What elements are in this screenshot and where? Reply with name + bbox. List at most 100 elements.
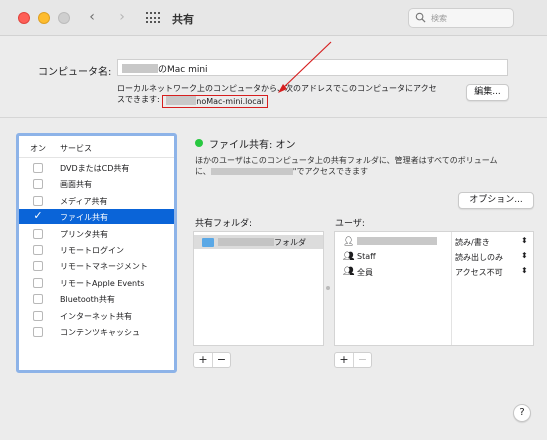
close-window-button[interactable] xyxy=(18,12,30,24)
service-checkbox[interactable] xyxy=(33,195,43,206)
shared-folders-list[interactable]: フォルダ xyxy=(193,231,324,346)
section-divider xyxy=(0,117,547,118)
remove-folder-button[interactable]: − xyxy=(212,353,230,367)
user-permission[interactable]: 読み出しのみ xyxy=(455,252,503,263)
description-line2-suffix: "でアクセスできます xyxy=(292,167,369,176)
local-address-text-line2: スできます: noMac-mini.local xyxy=(117,94,268,108)
column-header-service: サービス xyxy=(60,144,92,153)
service-row[interactable]: リモートApple Events xyxy=(19,275,174,290)
chevron-updown-icon[interactable]: ⬍ xyxy=(521,266,528,275)
user-name: 全員 xyxy=(357,268,373,277)
user-permission[interactable]: アクセス不可 xyxy=(455,267,503,278)
chevron-updown-icon[interactable]: ⬍ xyxy=(521,251,528,260)
service-row[interactable]: リモートマネージメント xyxy=(19,258,174,273)
shared-folder-name-suffix: フォルダ xyxy=(274,238,306,247)
service-checkbox[interactable] xyxy=(33,228,43,239)
shared-folder-row[interactable]: フォルダ xyxy=(194,235,323,249)
service-row[interactable]: ✓ ファイル共有 xyxy=(19,209,174,225)
service-name: Bluetooth共有 xyxy=(60,295,115,305)
service-checkbox[interactable] xyxy=(33,277,43,288)
column-header-on: オン xyxy=(30,144,46,153)
search-placeholder: 検索 xyxy=(431,14,447,23)
description-line2-prefix: に、 xyxy=(195,167,211,176)
service-row[interactable]: インターネット共有 xyxy=(19,308,174,323)
folder-add-remove: + − xyxy=(193,352,231,368)
search-icon xyxy=(415,12,426,23)
chevron-updown-icon[interactable]: ⬍ xyxy=(521,236,528,245)
group-icon: 👥︎ xyxy=(343,252,355,262)
service-name: リモートログイン xyxy=(60,246,124,255)
service-row[interactable]: コンテンツキャッシュ xyxy=(19,324,174,339)
service-checkbox[interactable] xyxy=(33,261,43,272)
computer-name-suffix: のMac mini xyxy=(158,65,208,75)
edit-button[interactable]: 編集... xyxy=(466,84,509,101)
folder-icon xyxy=(202,238,214,247)
service-name: リモートApple Events xyxy=(60,278,145,288)
title-bar: ‹ › 共有 検索 xyxy=(0,0,547,36)
local-address-text-line1: ローカルネットワーク上のコンピュータから、次のアドレスでこのコンピュータにアクセ xyxy=(117,84,437,93)
help-button[interactable]: ? xyxy=(513,404,531,422)
user-row[interactable]: 👤︎ 読み/書き ⬍ xyxy=(335,235,533,249)
user-row[interactable]: 👥︎ Staff 読み出しのみ ⬍ xyxy=(335,250,533,264)
service-row[interactable]: プリンタ共有 xyxy=(19,226,174,241)
redacted-text xyxy=(357,237,437,245)
service-name: インターネット共有 xyxy=(60,311,132,321)
window-title: 共有 xyxy=(172,13,194,26)
services-list-header: オン サービス xyxy=(19,136,174,158)
local-address-highlight: noMac-mini.local xyxy=(162,95,268,108)
minimize-window-button[interactable] xyxy=(38,12,50,24)
shared-folder-name: フォルダ xyxy=(218,237,306,248)
options-button[interactable]: オプション... xyxy=(458,192,534,209)
user-row[interactable]: 👥︎ 全員 アクセス不可 ⬍ xyxy=(335,265,533,279)
services-list[interactable]: オン サービス DVDまたはCD共有 画面共有メディア共有 ✓ ファイル共有 プリンタ共… xyxy=(16,133,177,373)
split-drag-handle[interactable] xyxy=(326,286,330,290)
file-sharing-status: ファイル共有: オン xyxy=(209,140,296,151)
computer-name-label: コンピュータ名: xyxy=(38,67,112,78)
service-row[interactable]: リモートログイン xyxy=(19,242,174,257)
redacted-text xyxy=(166,96,197,105)
service-checkbox[interactable] xyxy=(33,327,43,337)
redacted-text xyxy=(122,64,158,73)
chevron-right-icon[interactable]: › xyxy=(114,9,130,25)
user-name: Staff xyxy=(357,252,376,261)
user-permission[interactable]: 読み/書き xyxy=(455,237,490,248)
service-checkbox[interactable] xyxy=(33,310,43,321)
everyone-icon: 👥︎ xyxy=(343,267,355,277)
service-row[interactable]: メディア共有 xyxy=(19,193,174,208)
remove-user-button[interactable]: − xyxy=(353,353,371,367)
shared-folders-label: 共有フォルダ: xyxy=(195,219,253,229)
computer-name-field[interactable]: のMac mini xyxy=(117,59,508,76)
service-name: リモートマネージメント xyxy=(60,262,148,272)
grid-icon[interactable] xyxy=(146,12,160,24)
service-name: メディア共有 xyxy=(60,196,108,206)
user-icon: 👤︎ xyxy=(343,237,355,247)
service-name: 画面共有 xyxy=(60,180,92,190)
redacted-text xyxy=(218,238,274,246)
service-name: DVDまたはCD共有 xyxy=(60,164,130,173)
service-checkbox[interactable] xyxy=(33,163,43,173)
service-checkbox[interactable]: ✓ xyxy=(33,210,43,221)
service-checkbox[interactable] xyxy=(33,294,43,305)
users-label: ユーザ: xyxy=(335,219,365,229)
zoom-window-button[interactable] xyxy=(58,12,70,24)
service-name: ファイル共有 xyxy=(60,213,108,223)
status-indicator-icon xyxy=(195,139,203,147)
search-field[interactable]: 検索 xyxy=(408,8,514,28)
service-row[interactable]: DVDまたはCD共有 xyxy=(19,160,174,175)
add-folder-button[interactable]: + xyxy=(194,353,212,367)
service-name: プリンタ共有 xyxy=(60,229,108,239)
users-list[interactable]: 👤︎ 読み/書き ⬍ 👥︎ Staff 読み出しのみ ⬍ 👥︎ 全員 アクセス不… xyxy=(334,231,534,346)
local-address-text-line2-prefix: スできます: xyxy=(117,95,160,104)
user-add-remove: + − xyxy=(334,352,372,368)
service-checkbox[interactable] xyxy=(33,179,43,190)
redacted-text xyxy=(210,168,293,175)
chevron-left-icon[interactable]: ‹ xyxy=(84,9,100,25)
service-row[interactable]: 画面共有 xyxy=(19,176,174,191)
add-user-button[interactable]: + xyxy=(335,353,353,367)
service-checkbox[interactable] xyxy=(33,245,43,255)
description-line2: に、 "でアクセスできます xyxy=(195,166,368,177)
description-line1: ほかのユーザはこのコンピュータ上の共有フォルダに、管理者はすべてのボリューム xyxy=(195,156,498,165)
service-name: コンテンツキャッシュ xyxy=(60,328,140,337)
service-row[interactable]: Bluetooth共有 xyxy=(19,291,174,306)
user-name xyxy=(357,237,437,246)
